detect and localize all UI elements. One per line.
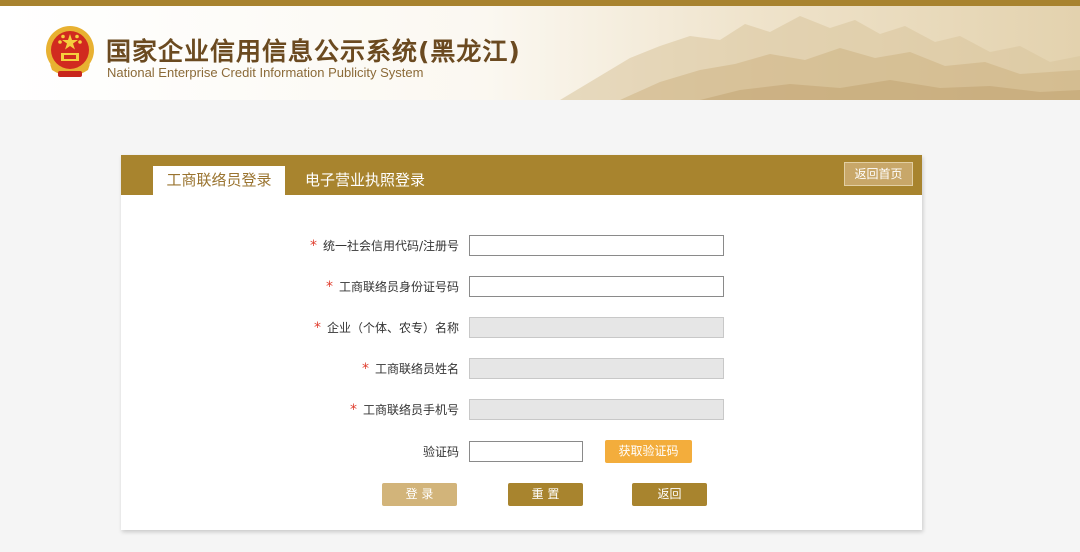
form-row-liaison-name: * 工商联络员姓名 (121, 358, 922, 380)
form-row-id-number: * 工商联络员身份证号码 (121, 276, 922, 298)
captcha-label: 验证码 (422, 445, 459, 459)
liaison-phone-input (469, 399, 724, 420)
required-mark: * (313, 320, 321, 336)
liaison-name-label: * 工商联络员姓名 (361, 361, 459, 377)
captcha-input[interactable] (469, 441, 583, 462)
required-mark: * (309, 238, 317, 254)
enterprise-name-label: * 企业（个体、农专）名称 (313, 320, 459, 336)
form-row-liaison-phone: * 工商联络员手机号 (121, 399, 922, 421)
reset-button[interactable]: 重 置 (508, 483, 583, 506)
get-code-button[interactable]: 获取验证码 (605, 440, 692, 463)
site-title-en: National Enterprise Credit Information P… (107, 65, 424, 80)
panel-tab-bar: 工商联络员登录 电子营业执照登录 返回首页 (121, 155, 922, 195)
back-to-home-button[interactable]: 返回首页 (844, 162, 913, 186)
credit-code-input[interactable] (469, 235, 724, 256)
tab-e-license-login[interactable]: 电子营业执照登录 (305, 166, 425, 195)
form-row-enterprise-name: * 企业（个体、农专）名称 (121, 317, 922, 339)
back-button[interactable]: 返回 (632, 483, 707, 506)
tab-liaison-login[interactable]: 工商联络员登录 (153, 166, 285, 195)
required-mark: * (361, 361, 369, 377)
national-emblem-icon (46, 26, 94, 77)
liaison-phone-label: * 工商联络员手机号 (349, 402, 459, 418)
id-number-label: * 工商联络员身份证号码 (325, 279, 459, 295)
required-mark: * (325, 279, 333, 295)
site-title-cn: 国家企业信用信息公示系统(黑龙江) (106, 37, 521, 66)
login-button[interactable]: 登 录 (382, 483, 457, 506)
id-number-input[interactable] (469, 276, 724, 297)
login-panel: 工商联络员登录 电子营业执照登录 返回首页 * 统一社会信用代码/注册号 * 工商联… (121, 155, 922, 530)
form-row-captcha: 验证码 获取验证码 (121, 440, 922, 463)
liaison-name-input (469, 358, 724, 379)
enterprise-name-input (469, 317, 724, 338)
form-row-credit-code: * 统一社会信用代码/注册号 (121, 235, 922, 257)
required-mark: * (349, 402, 357, 418)
site-header: 国家企业信用信息公示系统(黑龙江) National Enterprise Cr… (0, 6, 1080, 100)
credit-code-label: * 统一社会信用代码/注册号 (309, 238, 459, 254)
